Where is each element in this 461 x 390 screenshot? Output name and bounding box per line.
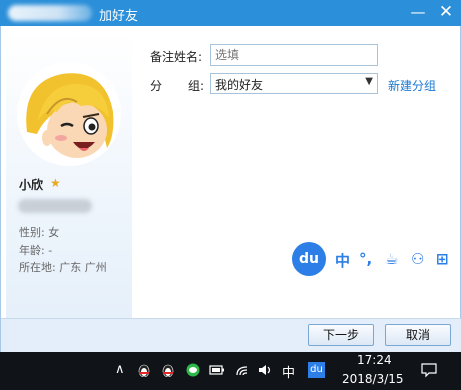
minimize-button[interactable]: — xyxy=(404,0,432,26)
baidu-ime-tray-icon[interactable]: du xyxy=(308,362,325,378)
cup-icon[interactable]: ☕ xyxy=(385,250,398,268)
remark-input[interactable] xyxy=(210,44,378,66)
avatar xyxy=(17,62,121,166)
nickname: 小欣 xyxy=(19,178,44,192)
next-button[interactable]: 下一步 xyxy=(308,324,374,346)
title-bar: 加好友 — ✕ xyxy=(0,0,461,26)
group-select-value: 我的好友 xyxy=(215,78,264,92)
ime-toolbar: du 中 °, ☕ ⚇ ⊞ xyxy=(292,242,461,276)
group-label-part2: 组: xyxy=(188,79,205,93)
dropdown-arrow-icon: ▼ xyxy=(365,76,373,87)
grid-icon[interactable]: ⊞ xyxy=(436,250,449,268)
minimize-icon: — xyxy=(410,3,426,21)
dialog-footer: 下一步 取消 xyxy=(1,318,461,352)
account-number-blurred xyxy=(18,199,92,213)
input-language-indicator[interactable]: 中 xyxy=(282,362,295,381)
age-info: 年龄: - xyxy=(19,244,53,257)
battery-icon[interactable] xyxy=(209,363,225,377)
user-icon[interactable]: ⚇ xyxy=(411,250,424,268)
close-icon: ✕ xyxy=(438,2,454,22)
qq-penguin-icon-2[interactable] xyxy=(161,363,175,377)
volume-icon[interactable] xyxy=(258,363,272,377)
clock-date[interactable]: 2018/3/15 xyxy=(342,372,404,386)
baidu-ime-logo[interactable]: du xyxy=(292,242,326,276)
group-label-part1: 分 xyxy=(150,79,163,93)
tray-expand-chevron-icon[interactable]: ∧ xyxy=(115,362,125,377)
ime-mode-toggle[interactable]: 中 xyxy=(335,250,350,271)
cancel-button[interactable]: 取消 xyxy=(385,324,451,346)
gender-info: 性别: 女 xyxy=(19,226,60,239)
account-name-blurred xyxy=(8,5,92,21)
taskbar: ∧ 中 du 17:24 2018/3/15 xyxy=(0,352,461,390)
location-info: 所在地: 广东 广州 xyxy=(19,261,107,274)
add-friend-dialog: 小欣 ★ 性别: 女 年龄: - 所在地: 广东 广州 备注姓名: 分 组: 我… xyxy=(0,26,461,352)
punctuation-icon[interactable]: °, xyxy=(359,250,372,268)
star-icon: ★ xyxy=(50,176,61,190)
remark-label: 备注姓名: xyxy=(150,50,203,64)
wechat-icon[interactable] xyxy=(186,363,200,377)
profile-pane: 小欣 ★ 性别: 女 年龄: - 所在地: 广东 广州 xyxy=(6,32,132,318)
clock-time[interactable]: 17:24 xyxy=(357,353,392,367)
notification-center-icon[interactable] xyxy=(421,362,437,378)
wifi-icon[interactable] xyxy=(235,363,249,377)
new-group-link[interactable]: 新建分组 xyxy=(388,77,436,94)
cartoon-avatar-image xyxy=(17,62,121,166)
window-title: 加好友 xyxy=(99,9,139,24)
close-button[interactable]: ✕ xyxy=(432,0,460,26)
qq-penguin-icon[interactable] xyxy=(137,363,151,377)
group-select[interactable]: 我的好友 ▼ xyxy=(210,73,378,94)
